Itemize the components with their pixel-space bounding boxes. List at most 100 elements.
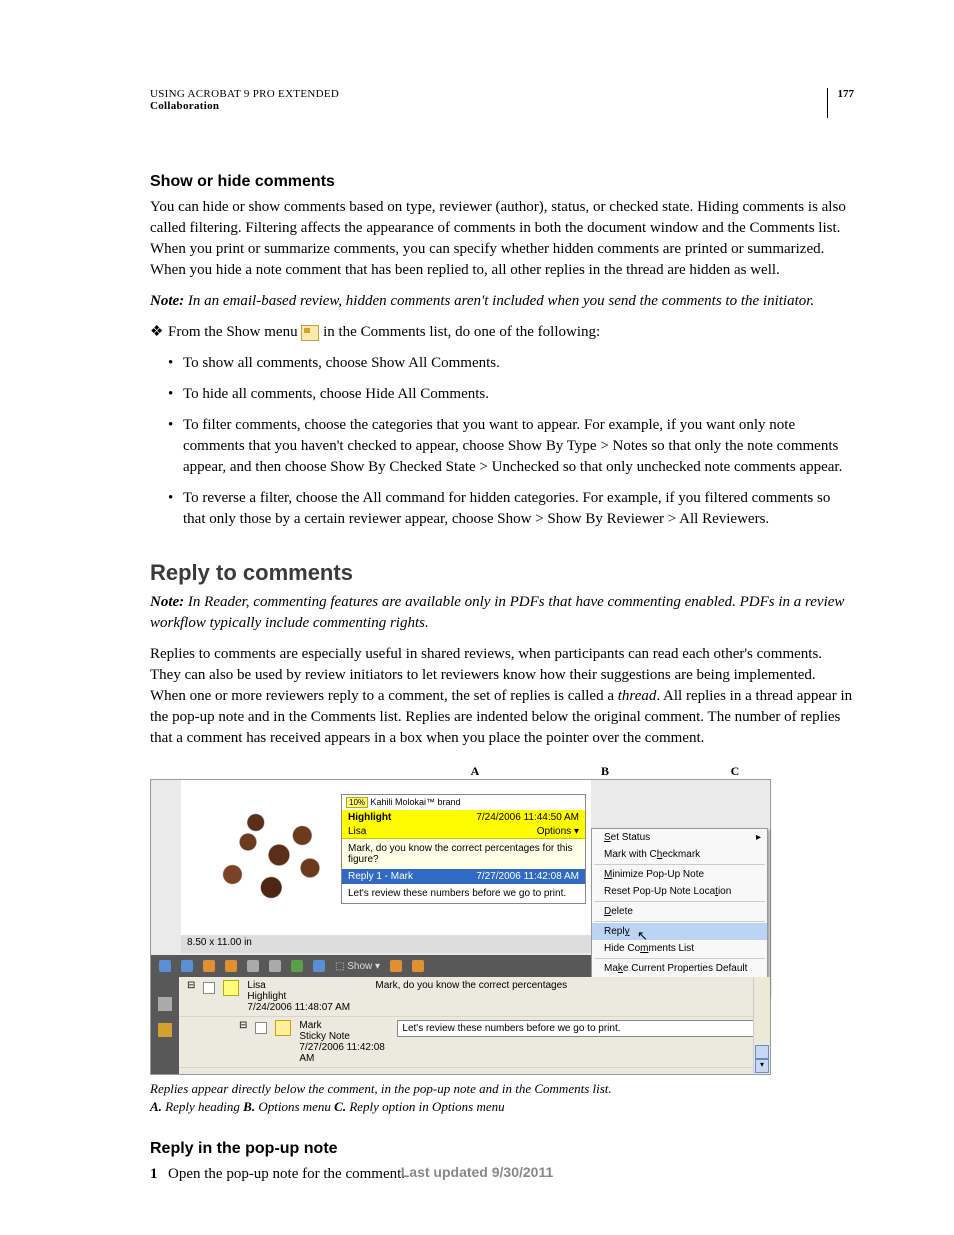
expand-toggle[interactable]: ⊟ bbox=[239, 1020, 247, 1031]
scrollbar-down-icon[interactable]: ▾ bbox=[755, 1059, 769, 1073]
comments-list: ⊟ Lisa Highlight 7/24/2006 11:48:07 AM M… bbox=[179, 977, 770, 1074]
page-number: 177 bbox=[827, 88, 855, 118]
options-context-menu[interactable]: Set Status Mark with Checkmark Minimize … bbox=[591, 828, 768, 995]
reply-date: 7/27/2006 11:42:08 AM bbox=[476, 871, 579, 882]
note-label: Note: bbox=[150, 293, 184, 309]
menu-minimize-popup[interactable]: Minimize Pop-Up Note bbox=[592, 866, 767, 883]
menu-make-default[interactable]: Make Current Properties Default bbox=[592, 960, 767, 977]
figure-key: A. Reply heading B. Options menu C. Repl… bbox=[150, 1099, 854, 1115]
menu-delete[interactable]: Delete bbox=[592, 903, 767, 920]
comment-text-input[interactable]: Let's review these numbers before we go … bbox=[397, 1020, 762, 1037]
cursor-icon: ↖ bbox=[637, 928, 648, 944]
scrollbar[interactable]: ▾ bbox=[753, 977, 770, 1074]
note-text: In an email-based review, hidden comment… bbox=[184, 293, 814, 309]
popup-body[interactable]: Mark, do you know the correct percentage… bbox=[342, 839, 585, 869]
author: Mark bbox=[299, 1020, 389, 1031]
expand-all-icon[interactable] bbox=[159, 960, 171, 972]
show-menu-icon bbox=[301, 325, 319, 341]
bullet-item: To show all comments, choose Show All Co… bbox=[168, 353, 854, 374]
menu-hide-comments-list[interactable]: Hide Comments List bbox=[592, 940, 767, 957]
figure: A B C 10% Kahili Molokai™ brand Highligh… bbox=[150, 764, 854, 1075]
highlight-icon bbox=[223, 980, 239, 996]
callout-c: C bbox=[670, 764, 800, 779]
heading-reply-comments: Reply to comments bbox=[150, 560, 854, 586]
author: Lisa bbox=[247, 980, 367, 991]
menu-separator bbox=[594, 921, 765, 922]
bullet-item: To filter comments, choose the categorie… bbox=[168, 415, 854, 478]
options-menu-trigger[interactable]: Options ▾ bbox=[537, 826, 579, 837]
key-c: C. bbox=[334, 1099, 346, 1114]
footer-updated: Last updated 9/30/2011 bbox=[0, 1164, 954, 1180]
type: Sticky Note bbox=[299, 1031, 389, 1042]
comment-meta: Mark Sticky Note 7/27/2006 11:42:08 AM bbox=[299, 1020, 389, 1064]
reply-body: Replies to comments are especially usefu… bbox=[150, 644, 854, 749]
expand-toggle[interactable]: ⊟ bbox=[187, 980, 195, 991]
key-a: A. bbox=[150, 1099, 162, 1114]
popup-type: Highlight bbox=[348, 812, 391, 823]
screenshot: 10% Kahili Molokai™ brand Highlight 7/24… bbox=[150, 779, 771, 1075]
comments-toolbar: ⬚ Show ▾ bbox=[151, 955, 591, 977]
checkmark-icon[interactable] bbox=[313, 960, 325, 972]
key-b-text: Options menu bbox=[255, 1099, 334, 1114]
doc-title: USING ACROBAT 9 PRO EXTENDED bbox=[150, 88, 339, 100]
note-text: In Reader, commenting features are avail… bbox=[150, 594, 844, 631]
reply-icon[interactable] bbox=[247, 960, 259, 972]
brand-text: Kahili Molokai™ brand bbox=[368, 797, 461, 807]
checkbox[interactable] bbox=[255, 1022, 267, 1034]
type: Highlight bbox=[247, 991, 367, 1002]
popup-header[interactable]: Highlight 7/24/2006 11:44:50 AM bbox=[342, 810, 585, 825]
figure-callout-labels: A B C bbox=[150, 764, 770, 779]
menu-separator bbox=[594, 958, 765, 959]
popup-author: Lisa bbox=[348, 826, 366, 837]
scrollbar-thumb[interactable] bbox=[755, 1045, 769, 1059]
prev-icon[interactable] bbox=[225, 960, 237, 972]
step-post: in the Comments list, do one of the foll… bbox=[323, 324, 600, 340]
reply-body-text[interactable]: Let's review these numbers before we go … bbox=[342, 884, 585, 903]
checkbox[interactable] bbox=[203, 982, 215, 994]
popup-note[interactable]: 10% Kahili Molokai™ brand Highlight 7/24… bbox=[341, 794, 586, 904]
left-sidebar bbox=[151, 977, 179, 1074]
menu-separator bbox=[594, 864, 765, 865]
key-c-text: Reply option in Options menu bbox=[346, 1099, 505, 1114]
page-dimensions: 8.50 x 11.00 in bbox=[187, 937, 252, 948]
date: 7/24/2006 11:48:07 AM bbox=[247, 1002, 367, 1013]
collapse-all-icon[interactable] bbox=[181, 960, 193, 972]
sort-icon[interactable] bbox=[390, 960, 402, 972]
show-menu-button[interactable]: ⬚ Show ▾ bbox=[335, 961, 380, 972]
attachment-icon[interactable] bbox=[158, 997, 172, 1011]
filter-icon[interactable] bbox=[412, 960, 424, 972]
callout-b: B bbox=[540, 764, 670, 779]
bullet-item: To hide all comments, choose Hide All Co… bbox=[168, 384, 854, 405]
menu-set-status[interactable]: Set Status bbox=[592, 829, 767, 846]
reply-note: Note: In Reader, commenting features are… bbox=[150, 592, 854, 634]
show-menu-step: ❖ From the Show menu in the Comments lis… bbox=[150, 322, 854, 343]
popup-date: 7/24/2006 11:44:50 AM bbox=[476, 812, 579, 823]
menu-mark-checkmark[interactable]: Mark with Checkmark bbox=[592, 846, 767, 863]
comments-panel-icon[interactable] bbox=[158, 1023, 172, 1037]
comment-row-reply[interactable]: ⊟ Mark Sticky Note 7/27/2006 11:42:08 AM… bbox=[179, 1017, 770, 1068]
figure-caption: Replies appear directly below the commen… bbox=[150, 1081, 854, 1097]
coffee-beans-image bbox=[186, 790, 341, 920]
reply-header[interactable]: Reply 1 - Mark 7/27/2006 11:42:08 AM bbox=[342, 869, 585, 884]
menu-separator bbox=[594, 901, 765, 902]
next-icon[interactable] bbox=[203, 960, 215, 972]
menu-reply[interactable]: Reply bbox=[592, 923, 767, 940]
note-label: Note: bbox=[150, 594, 184, 610]
diamond-marker: ❖ bbox=[150, 322, 163, 343]
popup-subheader: Lisa Options ▾ bbox=[342, 825, 585, 839]
reply-title: Reply 1 - Mark bbox=[348, 871, 413, 882]
heading-show-hide: Show or hide comments bbox=[150, 173, 854, 191]
header-left: USING ACROBAT 9 PRO EXTENDED Collaborati… bbox=[150, 88, 339, 112]
comment-row[interactable]: ⊟ Lisa Highlight 7/24/2006 11:48:07 AM M… bbox=[179, 977, 770, 1017]
key-a-text: Reply heading bbox=[162, 1099, 243, 1114]
heading-reply-popup: Reply in the pop-up note bbox=[150, 1140, 854, 1158]
thread-term: thread bbox=[618, 688, 657, 704]
callout-a: A bbox=[410, 764, 540, 779]
trash-icon[interactable] bbox=[269, 960, 281, 972]
set-status-icon[interactable] bbox=[291, 960, 303, 972]
step-pre: From the Show menu bbox=[168, 324, 301, 340]
percent-badge: 10% bbox=[346, 797, 368, 808]
menu-reset-location[interactable]: Reset Pop-Up Note Location bbox=[592, 883, 767, 900]
page-header: USING ACROBAT 9 PRO EXTENDED Collaborati… bbox=[150, 88, 854, 118]
show-hide-note: Note: In an email-based review, hidden c… bbox=[150, 291, 854, 312]
